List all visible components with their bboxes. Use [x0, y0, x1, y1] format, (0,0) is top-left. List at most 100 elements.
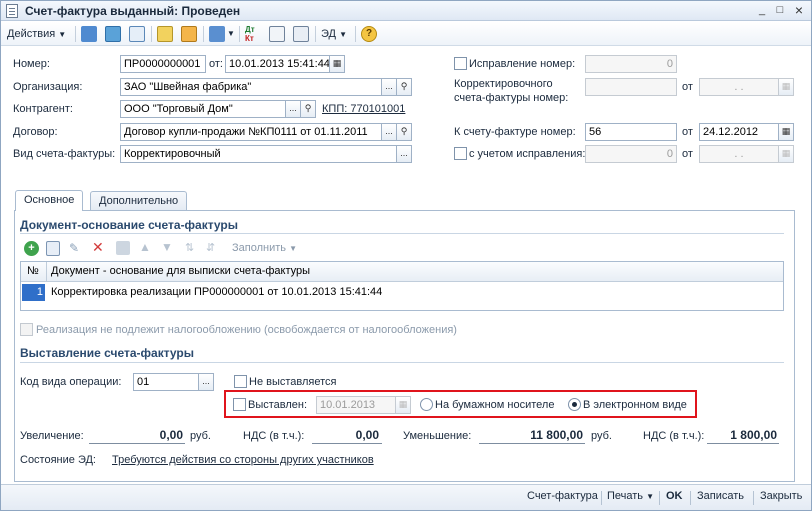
document-structure-icon[interactable] — [181, 26, 197, 42]
select-button[interactable]: ... — [285, 100, 301, 118]
footer-divider — [690, 491, 691, 505]
contract-label: Договор: — [13, 126, 58, 138]
select-button[interactable]: ... — [198, 373, 214, 391]
chevron-down-icon: ▼ — [58, 30, 67, 39]
to-invoice-field[interactable]: 56 — [585, 123, 677, 141]
kpp-link[interactable]: КПП: 770101001 — [322, 103, 405, 115]
decrease-label: Уменьшение: — [403, 430, 472, 442]
tab-main[interactable]: Основное — [15, 190, 84, 211]
select-button[interactable]: ... — [381, 123, 397, 141]
ed-state-label: Состояние ЭД: — [20, 454, 96, 466]
sort-desc-icon[interactable]: ⇵ — [206, 241, 220, 255]
print-label: Печать — [607, 490, 644, 502]
search-icon[interactable]: ⚲ — [396, 123, 412, 141]
calendar-icon[interactable]: ▦ — [329, 55, 345, 73]
issued-checkbox[interactable] — [233, 398, 246, 411]
list-icon[interactable] — [293, 26, 309, 42]
corr-number-field[interactable] — [585, 78, 677, 96]
select-button[interactable]: ... — [381, 78, 397, 96]
fix-number-checkbox[interactable] — [454, 57, 467, 70]
go-to-icon[interactable] — [209, 26, 225, 42]
close-window-button[interactable]: × — [791, 3, 807, 18]
ed-menu-button[interactable]: ЭД ▼ — [321, 25, 347, 43]
increase-underline — [89, 443, 185, 444]
select-button[interactable]: ... — [396, 145, 412, 163]
ed-label: ЭД — [321, 28, 336, 40]
dt-kt-icon[interactable]: Дт Кт — [245, 25, 255, 43]
corr-date-field[interactable]: . . — [699, 78, 779, 96]
number-field[interactable]: ПР0000000001 — [120, 55, 206, 73]
fill-menu-button[interactable]: Заполнить ▼ — [232, 242, 297, 254]
counterparty-label: Контрагент: — [13, 103, 73, 115]
invoice-kind-field[interactable]: Корректировочный — [120, 145, 397, 163]
with-fix-field[interactable]: 0 — [585, 145, 677, 163]
search-icon[interactable]: ⚲ — [396, 78, 412, 96]
actions-menu-button[interactable]: Действия ▼ — [7, 25, 66, 43]
calendar-icon[interactable]: ▦ — [778, 145, 794, 163]
ed-state-link[interactable]: Требуются действия со стороны других уча… — [112, 454, 374, 466]
invoice-print-button[interactable]: Счет-фактура — [527, 490, 598, 502]
delete-row-icon[interactable]: ✕ — [92, 240, 106, 254]
journal-icon[interactable] — [269, 26, 285, 42]
document-icon — [6, 4, 18, 18]
paper-radio[interactable] — [420, 398, 433, 411]
search-icon[interactable]: ⚲ — [300, 100, 316, 118]
issue-section-title: Выставление счета-фактуры — [20, 346, 194, 360]
chevron-down-icon: ▼ — [339, 30, 347, 39]
move-up-icon[interactable]: ▲ — [139, 240, 153, 254]
fill-label: Заполнить — [232, 242, 287, 254]
with-fix-checkbox[interactable] — [454, 147, 467, 160]
copy-row-icon[interactable] — [46, 241, 60, 256]
tax-exempt-checkbox[interactable] — [20, 323, 33, 336]
toolbar-divider — [203, 26, 204, 42]
to-invoice-date-field[interactable]: 24.12.2012 — [699, 123, 779, 141]
copy-icon[interactable] — [129, 26, 145, 42]
print-menu-button[interactable]: Печать ▼ — [607, 490, 654, 502]
close-button[interactable]: Закрыть — [760, 490, 802, 502]
ok-button[interactable]: OK — [666, 490, 683, 502]
post-document-icon[interactable] — [81, 26, 97, 42]
minimize-button[interactable]: _ — [754, 3, 770, 18]
table-row[interactable]: 1 Корректировка реализации ПР000000001 о… — [21, 283, 783, 302]
basis-table: № Документ - основание для выписки счета… — [20, 261, 784, 311]
date-field[interactable]: 10.01.2013 15:41:44 — [225, 55, 330, 73]
section-divider — [20, 233, 784, 234]
help-icon[interactable]: ? — [361, 26, 377, 42]
footer-divider — [753, 491, 754, 505]
column-document: Документ - основание для выписки счета-ф… — [51, 265, 311, 277]
not-issued-checkbox[interactable] — [234, 375, 247, 388]
toolbar-divider — [151, 26, 152, 42]
toolbar: Действия ▼ ▼ Дт Кт ЭД ▼ ? — [1, 22, 811, 46]
op-code-field[interactable]: 01 — [133, 373, 199, 391]
to-invoice-label: К счету-фактуре номер: — [454, 126, 576, 138]
end-edit-icon[interactable] — [116, 241, 130, 255]
calendar-icon[interactable]: ▦ — [778, 123, 794, 141]
electronic-radio[interactable] — [568, 398, 581, 411]
chevron-down-icon: ▼ — [646, 492, 655, 501]
from-label: от: — [209, 58, 223, 70]
move-down-icon[interactable]: ▼ — [161, 240, 175, 254]
maximize-button[interactable]: □ — [772, 3, 788, 18]
calendar-icon[interactable]: ▦ — [778, 78, 794, 96]
fix-number-field[interactable]: 0 — [585, 55, 677, 73]
footer-divider — [601, 491, 602, 505]
chevron-down-icon[interactable]: ▼ — [227, 25, 235, 43]
organization-field[interactable]: ЗАО "Швейная фабрика" — [120, 78, 382, 96]
toolbar-divider — [315, 26, 316, 42]
counterparty-field[interactable]: ООО "Торговый Дом" — [120, 100, 286, 118]
increase-label: Увеличение: — [20, 430, 84, 442]
create-on-basis-icon[interactable] — [157, 26, 173, 42]
edit-row-icon[interactable]: ✎ — [69, 241, 83, 255]
fix-number-label: Исправление номер: — [469, 58, 576, 70]
with-fix-date-field[interactable]: . . — [699, 145, 779, 163]
with-fix-label: с учетом исправления: — [469, 148, 586, 160]
tab-additional[interactable]: Дополнительно — [90, 191, 188, 211]
issued-date-field[interactable]: 10.01.2013 — [316, 396, 396, 414]
contract-field[interactable]: Договор купли-продажи №КП0111 от 01.11.2… — [120, 123, 382, 141]
sort-asc-icon[interactable]: ⇅ — [185, 241, 199, 255]
calendar-icon[interactable]: ▦ — [395, 396, 411, 414]
save-and-post-icon[interactable] — [105, 26, 121, 42]
add-row-icon[interactable]: + — [24, 241, 39, 256]
save-button[interactable]: Записать — [697, 490, 744, 502]
toolbar-divider — [355, 26, 356, 42]
